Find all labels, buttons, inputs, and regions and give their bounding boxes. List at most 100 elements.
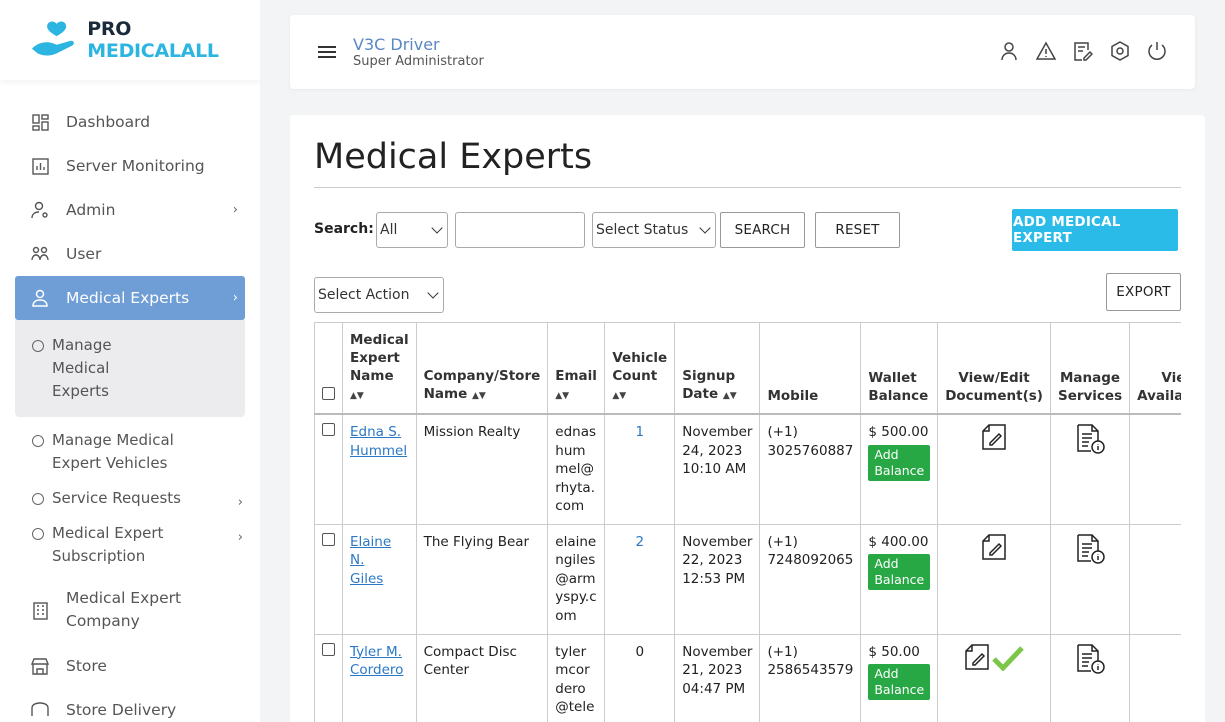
- row-checkbox[interactable]: [322, 642, 335, 656]
- cell-signup-date: November 22, 2023 12:53 PM: [674, 523, 761, 635]
- vehicle-count[interactable]: 2: [612, 533, 667, 552]
- sidebar-item-user[interactable]: User: [0, 232, 260, 276]
- cell-email: ednas hum mel@ rhyta. com: [547, 413, 606, 525]
- expert-name-link[interactable]: Elaine N. Giles: [350, 534, 391, 587]
- person-icon: [30, 288, 50, 308]
- cell-vehicle-count: 0: [604, 633, 676, 722]
- power-icon[interactable]: [1147, 41, 1167, 61]
- cell-line: Mission Realty: [423, 424, 521, 440]
- cell-line: ednas: [555, 424, 597, 440]
- add-balance-button[interactable]: Add Balance: [868, 554, 931, 590]
- sidebar-item-label: User: [66, 245, 102, 263]
- edit-document-icon[interactable]: [964, 643, 990, 677]
- manage-services-icon[interactable]: [1074, 423, 1106, 461]
- search-field-select[interactable]: All: [376, 212, 448, 248]
- search-input[interactable]: [455, 212, 585, 248]
- cell-line: 24, 2023: [682, 442, 743, 459]
- col-header-name[interactable]: Medical Expert Name ▲▼: [342, 322, 417, 415]
- chevron-right-icon: ›: [232, 202, 238, 218]
- sidebar-item-store-delivery[interactable]: Store Delivery: [0, 688, 260, 722]
- warning-icon[interactable]: [1036, 41, 1056, 61]
- edit-note-icon[interactable]: [1073, 41, 1093, 61]
- chevron-right-icon: ›: [237, 495, 243, 510]
- expert-name-link[interactable]: Edna S. Hummel: [350, 424, 407, 459]
- export-button[interactable]: EXPORT: [1106, 273, 1181, 311]
- sort-icon: ▲▼: [350, 391, 364, 401]
- wallet-balance: $ 400.00: [868, 533, 929, 550]
- col-header-email[interactable]: Email ▲▼: [547, 322, 606, 415]
- row-checkbox[interactable]: [322, 423, 335, 436]
- cell-line: 7248092065: [767, 552, 854, 568]
- cell-availability: [1129, 633, 1181, 722]
- wallet-balance: $ 50.00: [868, 643, 920, 660]
- hamburger-menu-icon[interactable]: [318, 43, 336, 61]
- row-checkbox[interactable]: [322, 532, 335, 546]
- add-medical-expert-button[interactable]: ADD MEDICAL EXPERT: [1012, 209, 1178, 251]
- expert-name-link[interactable]: Tyler M. Cordero: [350, 644, 403, 679]
- col-header-company[interactable]: Company/Store Name ▲▼: [415, 322, 549, 415]
- sidebar-item-dashboard[interactable]: Dashboard: [0, 100, 260, 144]
- brand-pro: PRO: [87, 18, 132, 40]
- action-select[interactable]: Select Action: [314, 277, 444, 313]
- col-header-text: View: [1161, 370, 1181, 386]
- search-button[interactable]: SEARCH: [720, 212, 805, 248]
- select-all-checkbox[interactable]: [322, 387, 335, 400]
- col-header-text: Email: [555, 368, 597, 384]
- col-header-text: Services: [1057, 388, 1123, 404]
- cell-email: elaine ngiles @arm yspy.c om: [547, 523, 606, 635]
- cell-wallet: $ 50.00 Add Balance: [860, 633, 939, 722]
- cell-line: Elaine N.: [350, 533, 392, 569]
- col-header-text: Mobile: [767, 388, 819, 404]
- sidebar-subitem-manage-medical-experts[interactable]: Manage Medical Experts: [15, 328, 155, 409]
- logo[interactable]: PRO MEDICALALL: [0, 0, 260, 80]
- sidebar-item-label: Admin: [66, 201, 116, 219]
- sidebar-item-label: Medical Experts: [66, 289, 190, 307]
- sidebar-subitem-service-requests[interactable]: Service Requests ›: [0, 481, 245, 516]
- col-header-text: View/Edit: [958, 370, 1030, 386]
- sidebar-subitem-vehicles[interactable]: Manage Medical Expert Vehicles: [0, 423, 245, 481]
- circle-icon: [32, 435, 44, 447]
- cell-line: Hummel: [350, 442, 408, 459]
- sidebar-item-store[interactable]: Store: [0, 644, 260, 688]
- add-balance-button[interactable]: Add Balance: [868, 444, 931, 481]
- cell-line: 12:53 PM: [682, 570, 746, 587]
- cell-vehicle-count: 1: [604, 413, 676, 525]
- sidebar-item-company[interactable]: Medical Expert Company: [0, 578, 260, 644]
- sidebar-item-admin[interactable]: Admin ›: [0, 188, 260, 232]
- col-header-text: Name: [350, 368, 394, 384]
- col-header-text: Balance: [868, 388, 929, 404]
- sidebar-subitem-subscription[interactable]: Medical Expert Subscription ›: [0, 516, 245, 574]
- table-row: Elaine N. Giles The Flying Bear elaine ngile…: [314, 523, 1181, 635]
- cell-line: hum: [555, 442, 586, 459]
- sidebar-item-label: Store: [66, 657, 107, 675]
- status-select[interactable]: Select Status: [592, 212, 716, 248]
- cell-services: [1049, 523, 1131, 635]
- manage-services-icon[interactable]: [1074, 643, 1106, 681]
- manage-services-icon[interactable]: [1074, 533, 1106, 571]
- settings-icon[interactable]: [1110, 41, 1130, 61]
- cell-company: The Flying Bear: [415, 523, 549, 635]
- chart-icon: [30, 156, 50, 176]
- sidebar-item-server-monitoring[interactable]: Server Monitoring: [0, 144, 260, 188]
- cell-line: 3025760887: [767, 442, 854, 459]
- add-balance-button[interactable]: Add Balance: [868, 664, 931, 700]
- col-header-text: Name: [423, 386, 468, 402]
- select-all-cell: [314, 322, 343, 415]
- edit-document-icon[interactable]: [981, 533, 1007, 567]
- col-header-signup-date[interactable]: Signup Date ▲▼: [674, 322, 761, 415]
- table-row: Edna S. Hummel Mission Realty ednas hum mel@ r…: [314, 413, 1181, 525]
- col-header-mobile: Mobile: [759, 322, 862, 415]
- user-icon[interactable]: [999, 41, 1019, 61]
- sidebar-item-medical-experts[interactable]: Medical Experts ›: [15, 276, 245, 320]
- vehicle-count[interactable]: 1: [612, 423, 667, 442]
- reset-button[interactable]: RESET: [815, 212, 900, 248]
- sidebar-item-label: Manage Medical Expert Vehicles: [52, 431, 174, 472]
- cell-line: Giles: [350, 570, 384, 587]
- cell-line: November: [682, 643, 753, 660]
- top-header: V3C Driver Super Administrator: [290, 15, 1195, 89]
- col-header-vehicle-count[interactable]: Vehicle Count ▲▼: [604, 322, 676, 415]
- cell-line: (+1): [767, 643, 798, 660]
- col-header-text: Document(s): [945, 388, 1043, 404]
- cell-name: Edna S. Hummel: [342, 413, 417, 525]
- edit-document-icon[interactable]: [981, 423, 1007, 457]
